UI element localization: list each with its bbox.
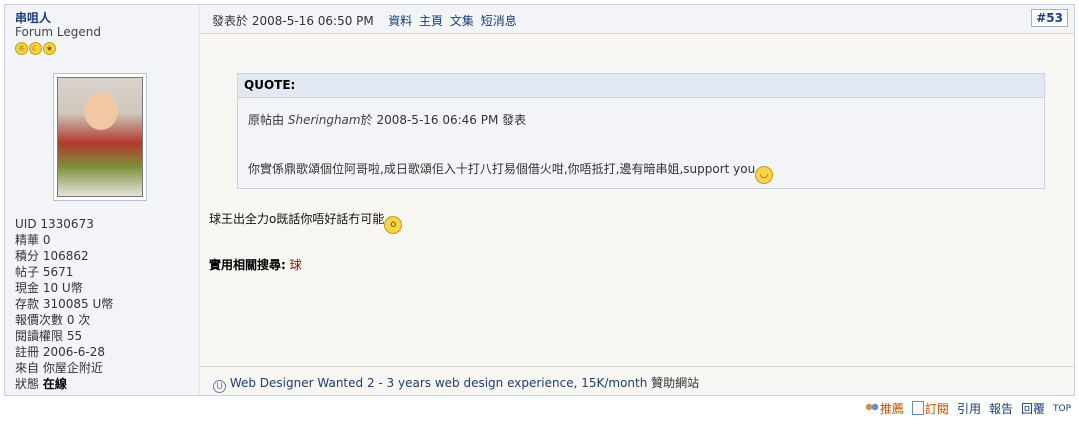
author-rank: Forum Legend [15,25,101,39]
related-keyword[interactable]: 球 [290,258,302,272]
stat-quotes: 報價次數 0 次 [15,313,91,327]
post-actions: 推薦 訂閱 引用 報告 回覆 TOP [864,400,1071,417]
post-header: 發表於 2008-5-16 06:50 PM 資料 主頁 文集 短消息 #53 [200,5,1074,34]
stat-points: 積分 106862 [15,249,89,263]
post-info: 發表於 2008-5-16 06:50 PM 資料 主頁 文集 短消息 [212,12,517,29]
quote-origin: 原帖由 Sheringham於 2008-5-16 06:46 PM 發表 [248,113,527,127]
star-icon: ★ [43,42,56,55]
homepage-link[interactable]: 主頁 [419,14,443,28]
shocked-smiley-icon: o [384,216,403,234]
quote-author: Sheringham [287,113,361,127]
recommend-button[interactable]: 推薦 [864,400,904,417]
stat-cash: 現金 10 U幣 [15,281,83,295]
divider [200,366,1074,367]
avatar-image [57,77,143,197]
quote-button[interactable]: 引用 [957,400,981,417]
quote-block: QUOTE: 原帖由 Sheringham於 2008-5-16 06:46 P… [237,73,1045,189]
author-name[interactable]: 串咀人 [15,9,51,26]
rank-stars: ☼ ☾ ★ [15,42,56,55]
author-stats: UID 1330673 精華 0 積分 106862 帖子 5671 現金 10… [15,216,113,392]
blog-link[interactable]: 文集 [450,14,474,28]
posted-time: 2008-5-16 06:50 PM [251,14,374,28]
top-button[interactable]: TOP [1053,404,1071,414]
profile-link[interactable]: 資料 [388,14,412,28]
report-button[interactable]: 報告 [989,400,1013,417]
avatar[interactable] [53,73,147,201]
recommend-icon [864,403,879,415]
quote-title: QUOTE: [238,74,1044,98]
posted-prefix: 發表於 [212,14,249,28]
sun-icon: ☼ [15,42,28,55]
related-search: 實用相關搜尋: 球 [209,256,302,273]
forum-post: 串咀人 Forum Legend ☼ ☾ ★ UID 1330673 精華 0 … [4,4,1075,396]
stat-posts: 帖子 5671 [15,265,74,279]
subscribe-button[interactable]: 訂閱 [911,400,949,417]
stat-read-permission: 閱讀權限 55 [15,329,83,343]
sponsor-icon: U [213,380,226,393]
post-body: 發表於 2008-5-16 06:50 PM 資料 主頁 文集 短消息 #53 … [200,5,1074,395]
subscribe-icon [911,401,924,415]
sponsor-link[interactable]: Web Designer Wanted 2 - 3 years web desi… [230,376,648,390]
sponsor-label: 贊助網站 [651,376,700,390]
stat-uid: UID 1330673 [15,217,94,231]
post-message: 球王出全力o既話你唔好話冇可能 o [209,210,403,234]
reply-button[interactable]: 回覆 [1021,400,1045,417]
stat-status: 狀態 在線 [15,377,67,391]
stat-registered: 註冊 2006-6-28 [15,345,105,359]
stat-location: 來自 你屋企附近 [15,361,103,375]
related-label: 實用相關搜尋: [209,258,286,272]
author-sidebar: 串咀人 Forum Legend ☼ ☾ ★ UID 1330673 精華 0 … [5,5,200,395]
sponsor-ad: U Web Designer Wanted 2 - 3 years web de… [213,374,699,393]
stat-digest: 精華 0 [15,233,51,247]
pm-link[interactable]: 短消息 [481,14,517,28]
moon-icon: ☾ [29,42,42,55]
stat-deposit: 存款 310085 U幣 [15,297,114,311]
shy-smiley-icon: ◡ [755,166,774,184]
quote-text: 你實係鼎歌頌個位阿哥啦,成日歌頌佢入十打八打易個借火咁,你唔抵打,邊有暗串姐,s… [248,160,774,184]
post-number[interactable]: #53 [1031,9,1068,27]
